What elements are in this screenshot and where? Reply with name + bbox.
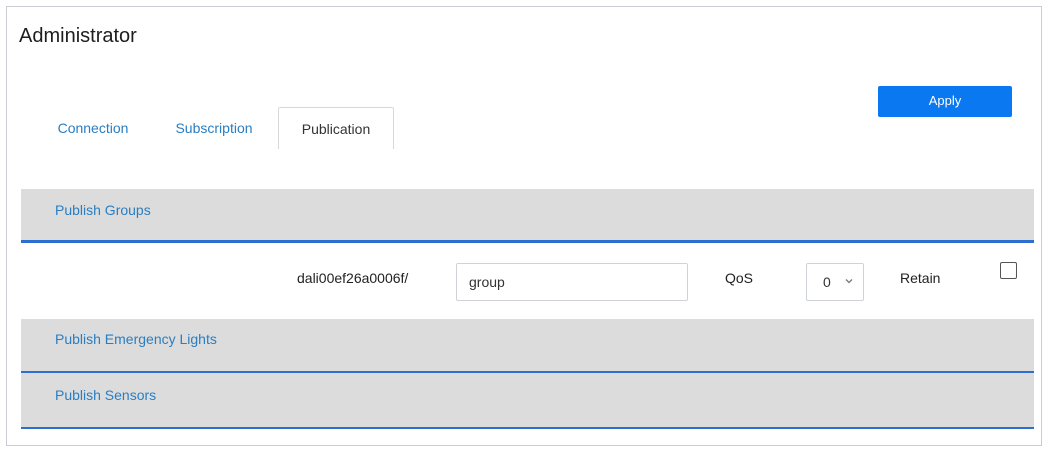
retain-label: Retain <box>900 270 941 286</box>
topic-prefix: dali00ef26a0006f/ <box>297 270 409 286</box>
retain-checkbox[interactable] <box>1000 262 1017 279</box>
apply-button[interactable]: Apply <box>878 86 1012 117</box>
qos-value: 0 <box>823 274 831 290</box>
publish-sensors-header[interactable]: Publish Sensors <box>21 373 1034 429</box>
publication-accordion: Publish Groups dali00ef26a0006f/ QoS 0 R… <box>21 189 1034 429</box>
publish-emergency-lights-label: Publish Emergency Lights <box>55 331 217 347</box>
publish-groups-header[interactable]: Publish Groups <box>21 189 1034 243</box>
tab-bar: Connection Subscription Publication <box>35 107 415 149</box>
chevron-down-icon <box>845 279 853 284</box>
publish-groups-row: dali00ef26a0006f/ QoS 0 Retain <box>21 243 1034 319</box>
tab-publication[interactable]: Publication <box>278 107 394 149</box>
publish-emergency-lights-header[interactable]: Publish Emergency Lights <box>21 319 1034 373</box>
qos-label: QoS <box>725 270 754 286</box>
page-title: Administrator <box>19 25 137 47</box>
publish-groups-label: Publish Groups <box>55 202 151 218</box>
topic-input[interactable] <box>456 263 688 301</box>
tab-subscription[interactable]: Subscription <box>159 107 269 149</box>
publish-sensors-label: Publish Sensors <box>55 387 157 403</box>
qos-select[interactable]: 0 <box>806 263 864 301</box>
tab-connection[interactable]: Connection <box>35 107 151 149</box>
